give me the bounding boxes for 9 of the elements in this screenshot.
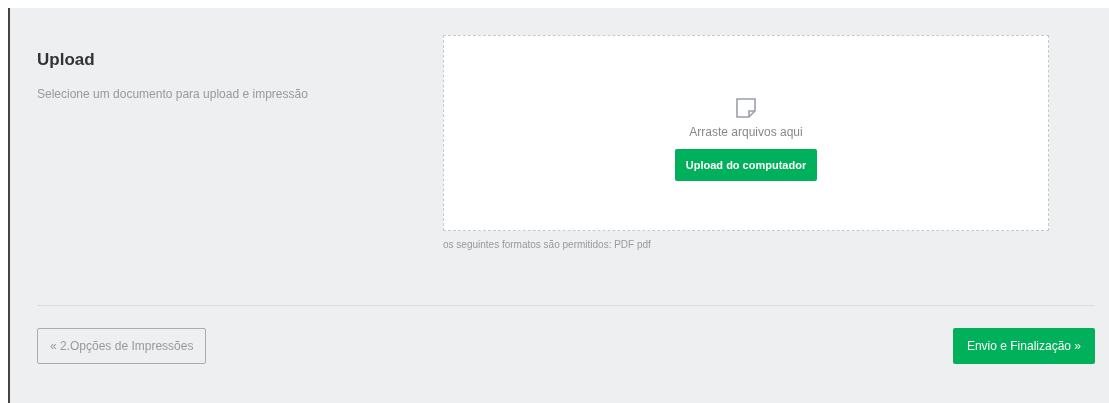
section-title: Upload (37, 49, 96, 71)
next-button[interactable]: Envio e Finalização » (952, 328, 1095, 364)
drop-prompt: Arraste arquivos aqui (689, 124, 803, 141)
format-hint: os seguintes formatos são permitidos: PDF pdf (443, 238, 652, 252)
section-description: Selecione um documento para upload e impressão (37, 85, 309, 103)
dropzone[interactable]: Arraste arquivos aqui Upload do computador (443, 35, 1049, 231)
upload-button[interactable]: Upload do computador (674, 149, 818, 181)
back-button[interactable]: « 2.Opções de Impressões (37, 328, 207, 364)
document-icon (735, 97, 757, 119)
